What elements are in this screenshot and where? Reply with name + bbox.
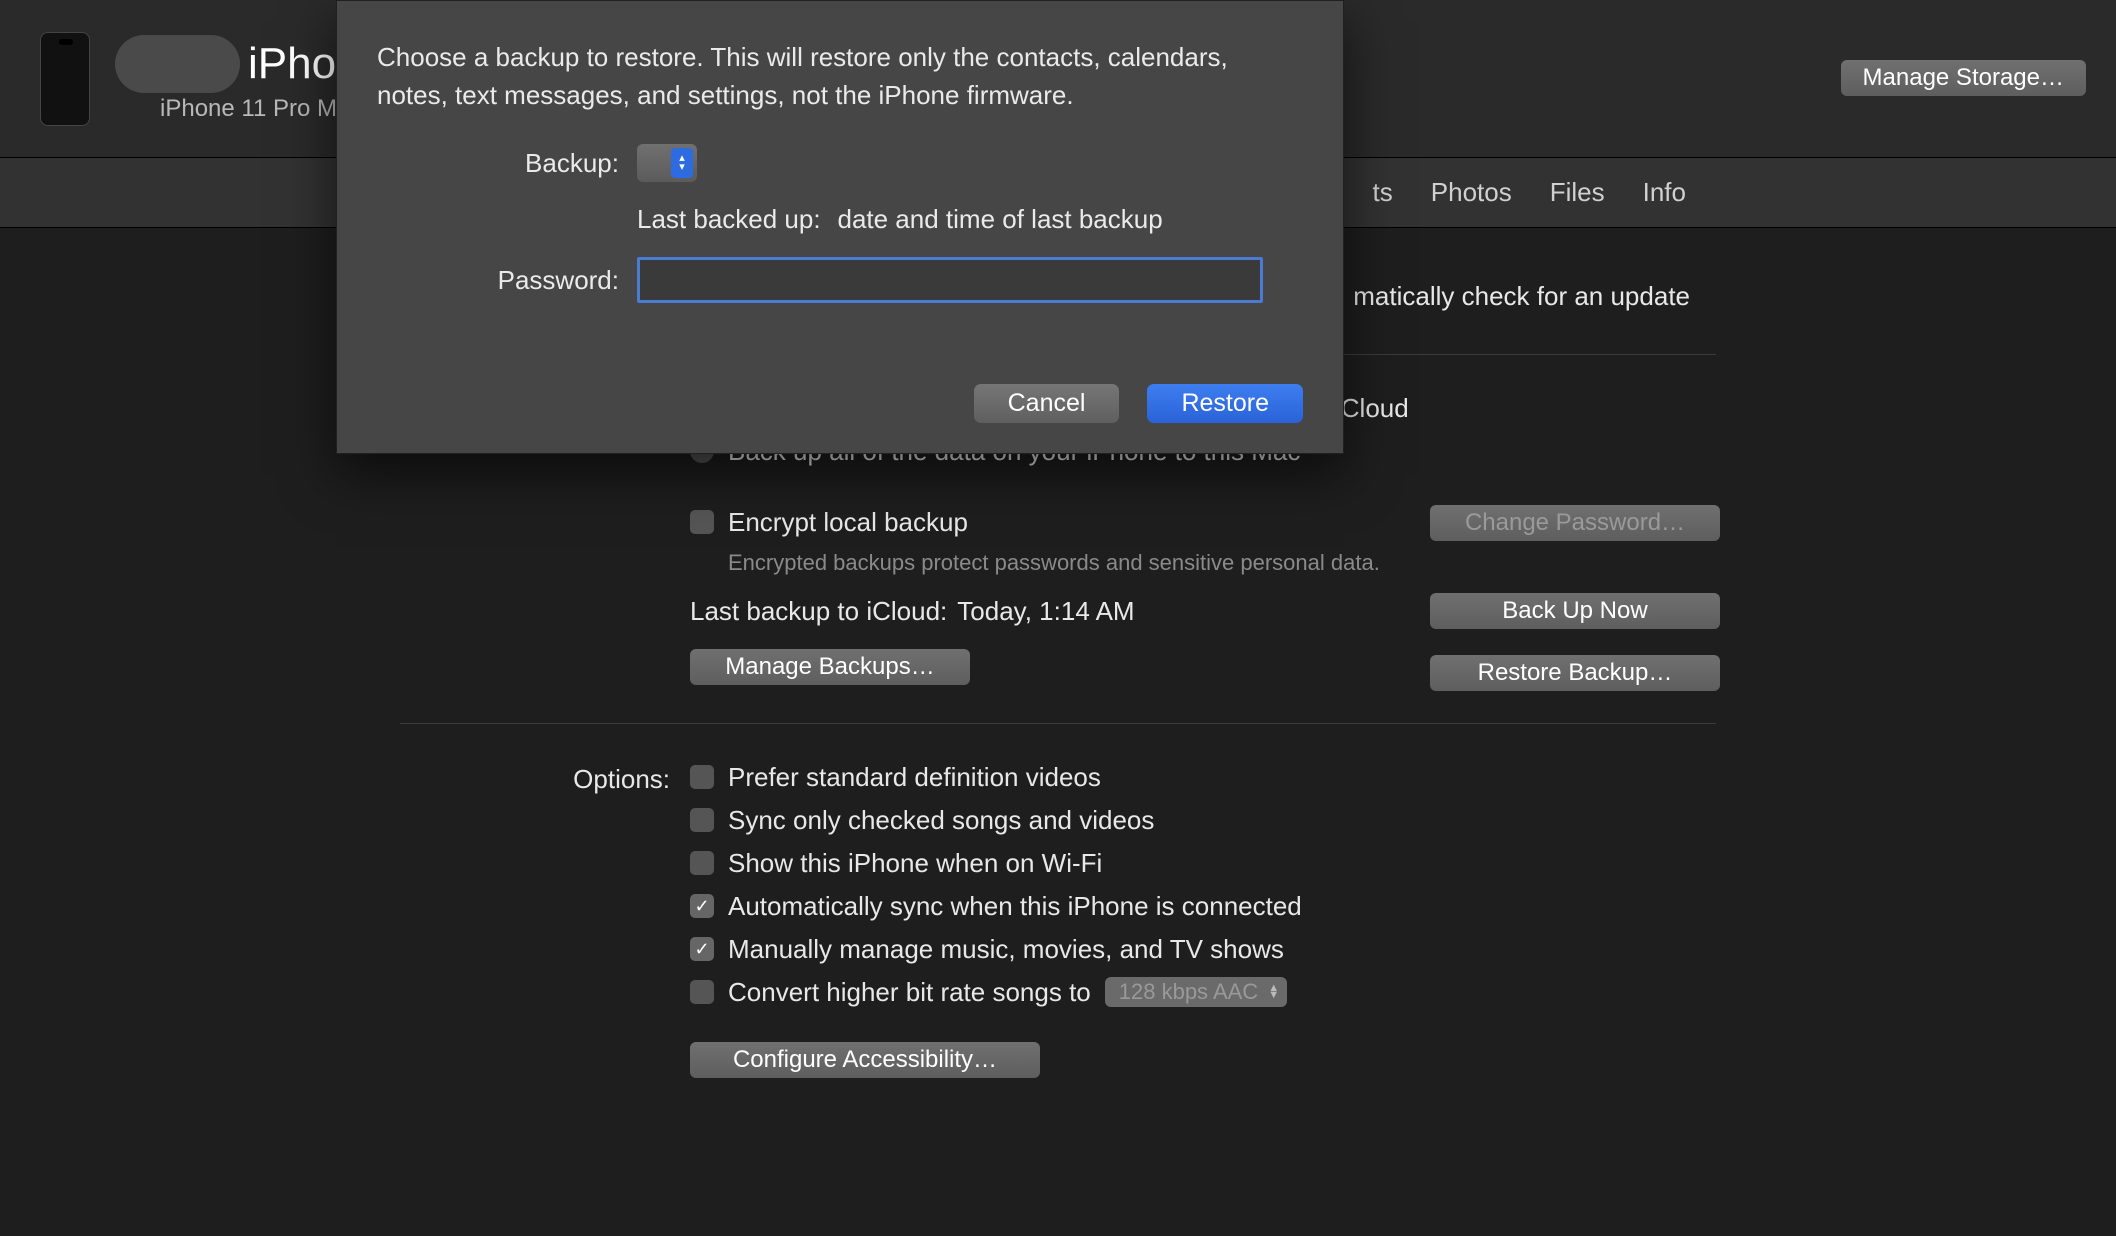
auto-sync-checkbox[interactable]: Automatically sync when this iPhone is c… bbox=[690, 891, 2116, 922]
checkbox-icon bbox=[690, 851, 714, 875]
checkbox-icon bbox=[690, 808, 714, 832]
checkbox-icon bbox=[690, 937, 714, 961]
password-input[interactable] bbox=[637, 257, 1263, 303]
checkbox-icon bbox=[690, 765, 714, 789]
chevron-up-down-icon bbox=[671, 148, 693, 178]
backup-select[interactable] bbox=[637, 144, 697, 182]
bitrate-value: 128 kbps AAC bbox=[1119, 979, 1258, 1005]
tab-files[interactable]: Files bbox=[1550, 177, 1605, 208]
restore-backup-dialog: Choose a backup to restore. This will re… bbox=[336, 0, 1344, 454]
checkbox-icon bbox=[690, 510, 714, 534]
chevron-up-down-icon: ▲▼ bbox=[1268, 985, 1279, 999]
sync-checked-checkbox[interactable]: Sync only checked songs and videos bbox=[690, 805, 2116, 836]
prefer-sd-checkbox[interactable]: Prefer standard definition videos bbox=[690, 762, 2116, 793]
password-field-label: Password: bbox=[377, 265, 637, 296]
auto-sync-label: Automatically sync when this iPhone is c… bbox=[728, 891, 1302, 922]
tab-photos[interactable]: Photos bbox=[1431, 177, 1512, 208]
manage-backups-button[interactable]: Manage Backups… bbox=[690, 649, 970, 685]
encrypt-local-backup-label: Encrypt local backup bbox=[728, 507, 968, 538]
encrypt-local-backup-checkbox[interactable]: Encrypt local backup bbox=[690, 507, 2116, 538]
tab-partial[interactable]: ts bbox=[1373, 177, 1393, 208]
checkbox-icon bbox=[690, 980, 714, 1004]
restore-backup-button[interactable]: Restore Backup… bbox=[1430, 655, 1720, 691]
options-label: Options: bbox=[0, 762, 690, 795]
show-wifi-label: Show this iPhone when on Wi-Fi bbox=[728, 848, 1102, 879]
device-model: iPhone 11 Pro Max bbox=[160, 95, 362, 123]
dialog-description: Choose a backup to restore. This will re… bbox=[377, 39, 1303, 114]
prefer-sd-label: Prefer standard definition videos bbox=[728, 762, 1101, 793]
last-backed-up-label: Last backed up: bbox=[637, 204, 821, 234]
manual-manage-checkbox[interactable]: Manually manage music, movies, and TV sh… bbox=[690, 934, 2116, 965]
divider bbox=[400, 723, 1716, 724]
change-password-button[interactable]: Change Password… bbox=[1430, 505, 1720, 541]
show-wifi-checkbox[interactable]: Show this iPhone when on Wi-Fi bbox=[690, 848, 2116, 879]
device-name-redacted bbox=[115, 35, 240, 93]
last-backed-up-value: date and time of last backup bbox=[837, 204, 1162, 234]
back-up-now-button[interactable]: Back Up Now bbox=[1430, 593, 1720, 629]
convert-bitrate-checkbox[interactable]: Convert higher bit rate songs to 128 kbp… bbox=[690, 977, 2116, 1008]
iphone-icon bbox=[40, 32, 90, 126]
device-name-block: iPho iPhone 11 Pro Max bbox=[115, 35, 362, 123]
bitrate-select[interactable]: 128 kbps AAC ▲▼ bbox=[1105, 977, 1287, 1007]
encrypt-description: Encrypted backups protect passwords and … bbox=[728, 550, 2116, 576]
configure-accessibility-button[interactable]: Configure Accessibility… bbox=[690, 1042, 1040, 1078]
backup-field-label: Backup: bbox=[377, 148, 637, 179]
checkbox-icon bbox=[690, 894, 714, 918]
last-backup-label: Last backup to iCloud: bbox=[690, 596, 947, 627]
restore-button[interactable]: Restore bbox=[1147, 384, 1303, 423]
cancel-button[interactable]: Cancel bbox=[974, 384, 1120, 423]
manage-storage-button[interactable]: Manage Storage… bbox=[1841, 60, 2086, 96]
convert-bitrate-label: Convert higher bit rate songs to bbox=[728, 977, 1091, 1008]
tab-info[interactable]: Info bbox=[1643, 177, 1686, 208]
device-name: iPho bbox=[248, 39, 336, 89]
sync-checked-label: Sync only checked songs and videos bbox=[728, 805, 1154, 836]
manual-manage-label: Manually manage music, movies, and TV sh… bbox=[728, 934, 1284, 965]
last-backup-value: Today, 1:14 AM bbox=[957, 596, 1134, 627]
